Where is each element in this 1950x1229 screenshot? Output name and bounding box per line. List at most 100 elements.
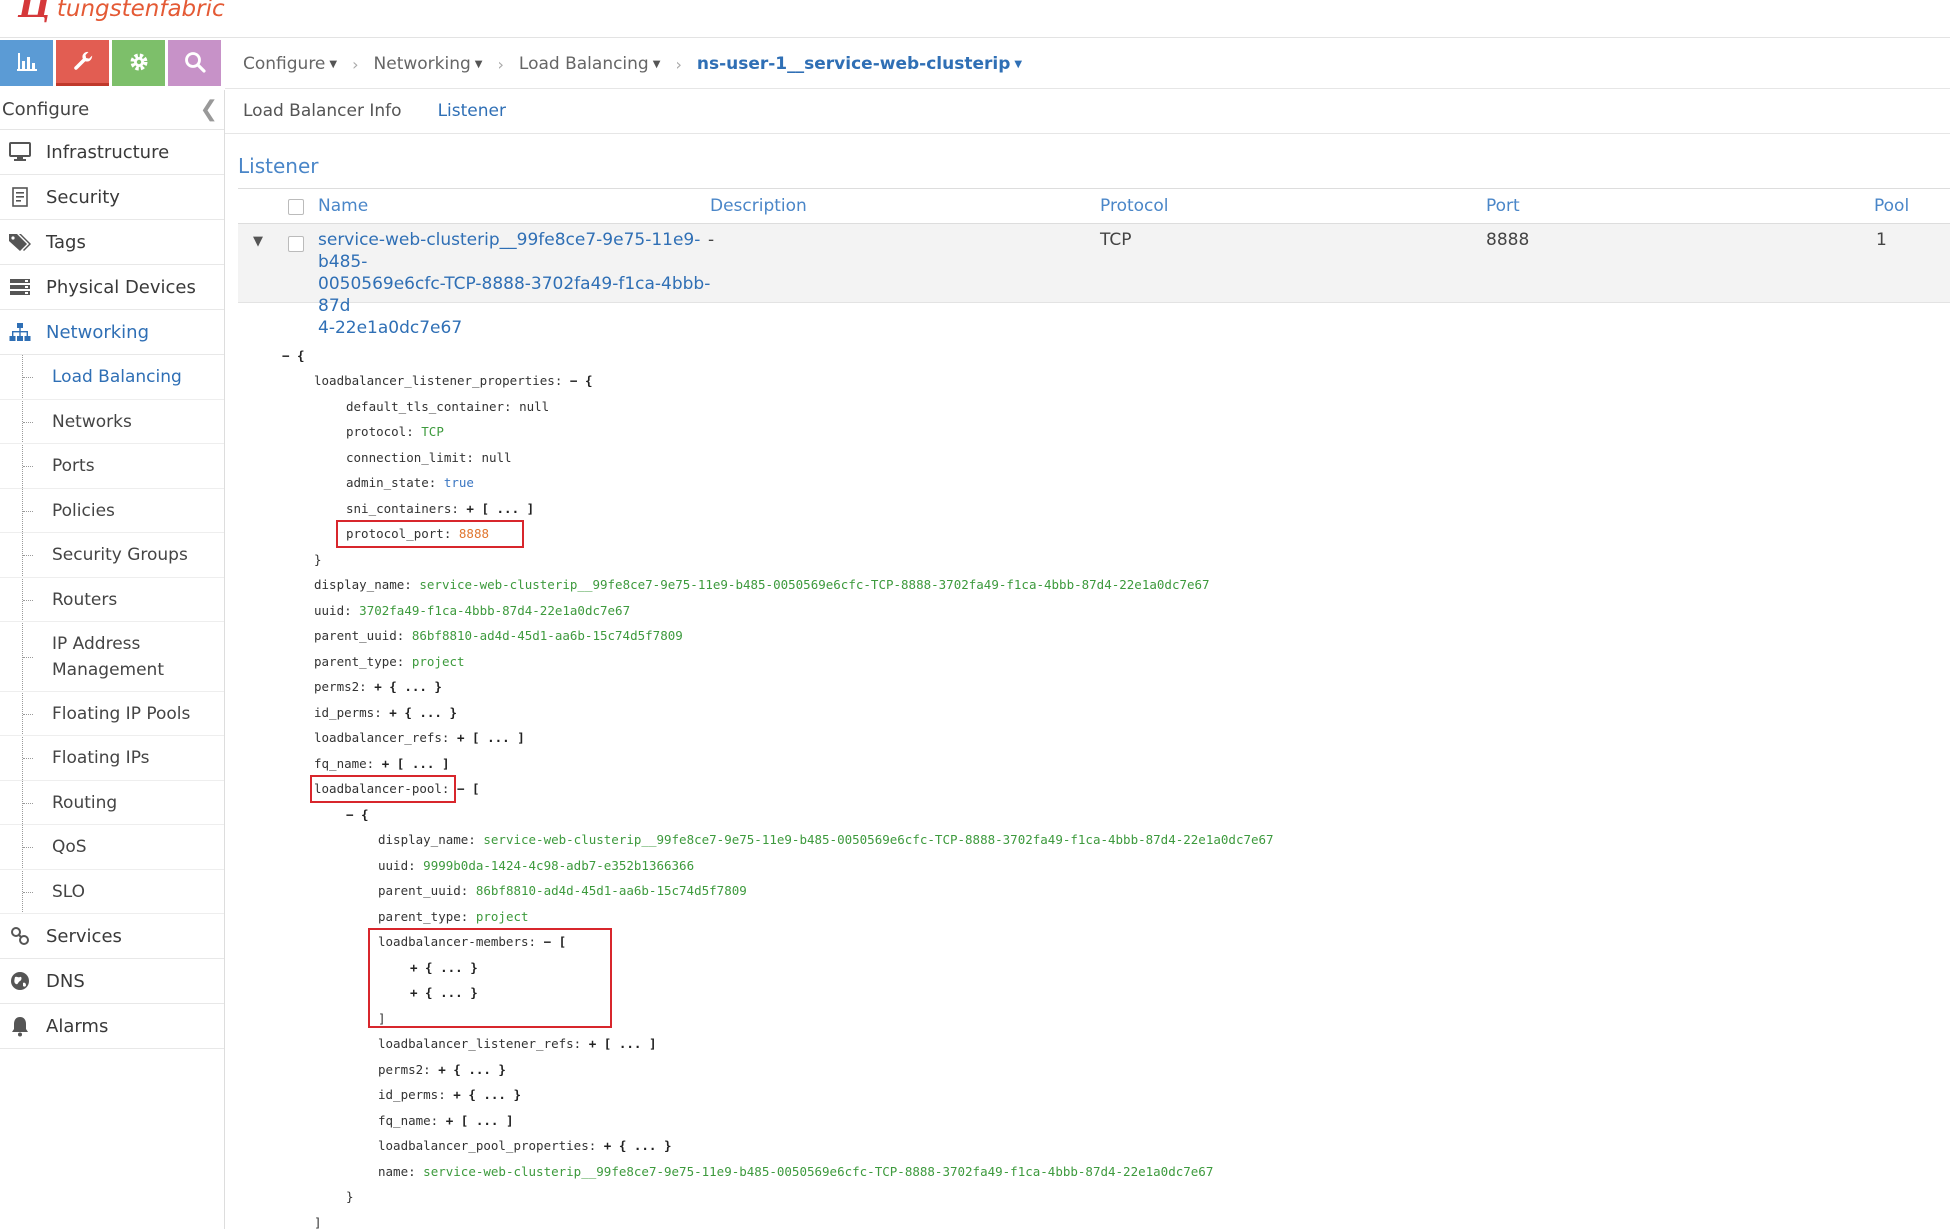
breadcrumb-current[interactable]: ns-user-1__service-web-clusterip ▼ [697,54,1022,74]
settings-tab[interactable] [112,40,165,86]
breadcrumb-configure[interactable]: Configure ▼ [243,54,337,74]
tab-listener[interactable]: Listener [438,101,506,121]
json-pool-item-open[interactable]: − { [346,805,369,825]
highlight-box-loadbalancer-pool [310,775,456,803]
sidebar-item-label: Networking [46,321,149,343]
json-line: protocol: TCP [346,424,444,439]
sidebar-item-networking[interactable]: Networking [0,310,224,355]
column-header-description[interactable]: Description [710,196,807,216]
sidebar-item-tags[interactable]: Tags [0,220,224,265]
sidebar-item-label: Alarms [46,1015,109,1037]
sidebar-subitem-qos[interactable]: QoS [0,825,224,870]
column-header-protocol[interactable]: Protocol [1100,196,1169,216]
chevron-right-icon: › [497,54,504,74]
configure-tab[interactable] [56,40,109,86]
sidebar-title: Configure [2,99,90,120]
json-line-pool-properties[interactable]: loadbalancer_pool_properties: + { ... } [378,1136,672,1156]
search-icon [184,51,206,73]
breadcrumb-load-balancing[interactable]: Load Balancing ▼ [519,54,661,74]
table-row[interactable]: ▼ service-web-clusterip__99fe8ce7-9e75-1… [238,224,1950,338]
json-line-sni-containers[interactable]: sni_containers: + [ ... ] [346,499,534,519]
sidebar-item-label: Services [46,925,122,947]
json-line-listener-refs[interactable]: loadbalancer_listener_refs: + [ ... ] [378,1034,656,1054]
sidebar-subitem-networks[interactable]: Networks [0,400,224,444]
sidebar-item-services[interactable]: Services [0,914,224,959]
column-header-pool[interactable]: Pool [1874,196,1909,216]
sidebar-subitem-ip-address-management[interactable]: IP Address Management [0,622,224,692]
section-title: Listener [238,154,319,178]
grid-header: Name Description Protocol Port Pool [238,188,1950,224]
json-line-id-perms[interactable]: id_perms: + { ... } [314,703,457,723]
json-line: admin_state: true [346,475,474,490]
sidebar-item-alarms[interactable]: Alarms [0,1004,224,1049]
highlight-box-loadbalancer-members [368,928,612,1028]
row-checkbox[interactable] [288,236,304,252]
tags-icon [8,230,32,254]
sidebar-subitem-floating-ips[interactable]: Floating IPs [0,736,224,781]
sidebar-subitem-floating-ip-pools[interactable]: Floating IP Pools [0,692,224,736]
json-root-open[interactable]: − { [282,346,305,366]
json-line-fq-name[interactable]: fq_name: + [ ... ] [314,754,449,774]
detail-tabs: Load Balancer Info Listener [225,88,1950,134]
collapse-chevron-left-icon[interactable]: ❮ [200,97,218,122]
sidebar-item-label: DNS [46,970,85,992]
globe-icon [8,969,32,993]
select-all-checkbox[interactable] [288,199,304,215]
json-line-id-perms[interactable]: id_perms: + { ... } [378,1085,521,1105]
sidebar: Configure ❮ Infrastructure Security Tags… [0,90,225,1229]
sidebar-subitem-load-balancing[interactable]: Load Balancing [0,355,224,400]
breadcrumb-networking[interactable]: Networking ▼ [374,54,483,74]
sidebar-subitem-security-groups[interactable]: Security Groups [0,533,224,578]
row-protocol: TCP [1100,230,1132,250]
column-header-name[interactable]: Name [318,196,368,216]
json-line-listener-properties[interactable]: loadbalancer_listener_properties: − { [314,371,592,391]
sidebar-item-infrastructure[interactable]: Infrastructure [0,130,224,175]
json-line: parent_uuid: 86bf8810-ad4d-45d1-aa6b-15c… [314,628,683,643]
sidebar-item-security[interactable]: Security [0,175,224,220]
json-line-perms2[interactable]: perms2: + { ... } [314,677,442,697]
sidebar-header: Configure ❮ [0,90,224,130]
security-doc-icon [8,185,32,209]
json-line: uuid: 3702fa49-f1ca-4bbb-87d4-22e1a0dc7e… [314,603,631,618]
json-line-fq-name[interactable]: fq_name: + [ ... ] [378,1111,513,1131]
row-description: - [708,230,715,250]
bell-icon [8,1014,32,1038]
json-line-perms2[interactable]: perms2: + { ... } [378,1060,506,1080]
row-port: 8888 [1486,230,1530,250]
json-line: default_tls_container: null [346,399,550,414]
sidebar-subitem-routers[interactable]: Routers [0,578,224,622]
sidebar-subitem-ports[interactable]: Ports [0,444,224,489]
search-tab[interactable] [168,40,221,86]
json-line-loadbalancer-refs[interactable]: loadbalancer_refs: + [ ... ] [314,728,525,748]
json-line: name: service-web-clusterip__99fe8ce7-9e… [378,1164,1214,1179]
caret-down-expand-icon[interactable]: ▼ [253,234,263,249]
sidebar-item-label: Security [46,186,120,208]
chevron-right-icon: › [675,54,682,74]
sidebar-subitem-slo[interactable]: SLO [0,870,224,914]
monitor-icon [8,140,32,164]
brand-logo[interactable]: Ц tungstenfabric [18,0,225,26]
sidebar-subitem-routing[interactable]: Routing [0,781,224,825]
json-line: display_name: service-web-clusterip__99f… [378,832,1274,847]
column-header-port[interactable]: Port [1486,196,1520,216]
monitor-tab[interactable] [0,40,53,86]
sidebar-item-label: Physical Devices [46,276,196,298]
sidebar-item-dns[interactable]: DNS [0,959,224,1004]
sidebar-item-physical-devices[interactable]: Physical Devices [0,265,224,310]
monitor-icon [16,52,37,71]
link-icon [8,924,32,948]
top-bar: Ц tungstenfabric [0,0,1950,38]
settings-gear-icon [130,53,147,70]
tab-load-balancer-info[interactable]: Load Balancer Info [243,101,402,121]
highlight-box-protocol-port [336,520,524,548]
json-line: display_name: service-web-clusterip__99f… [314,577,1210,592]
json-line: connection_limit: null [346,450,512,465]
main-section-tabs [0,40,224,86]
sidebar-subitem-policies[interactable]: Policies [0,489,224,533]
chevron-right-icon: › [352,54,359,74]
json-line: } [314,552,322,567]
configure-wrench-icon [73,51,92,70]
brand-name: tungstenfabric [56,0,225,22]
listener-name-link[interactable]: service-web-clusterip__99fe8ce7-9e75-11e… [318,229,713,339]
json-line: uuid: 9999b0da-1424-4c98-adb7-e352b13663… [378,858,695,873]
